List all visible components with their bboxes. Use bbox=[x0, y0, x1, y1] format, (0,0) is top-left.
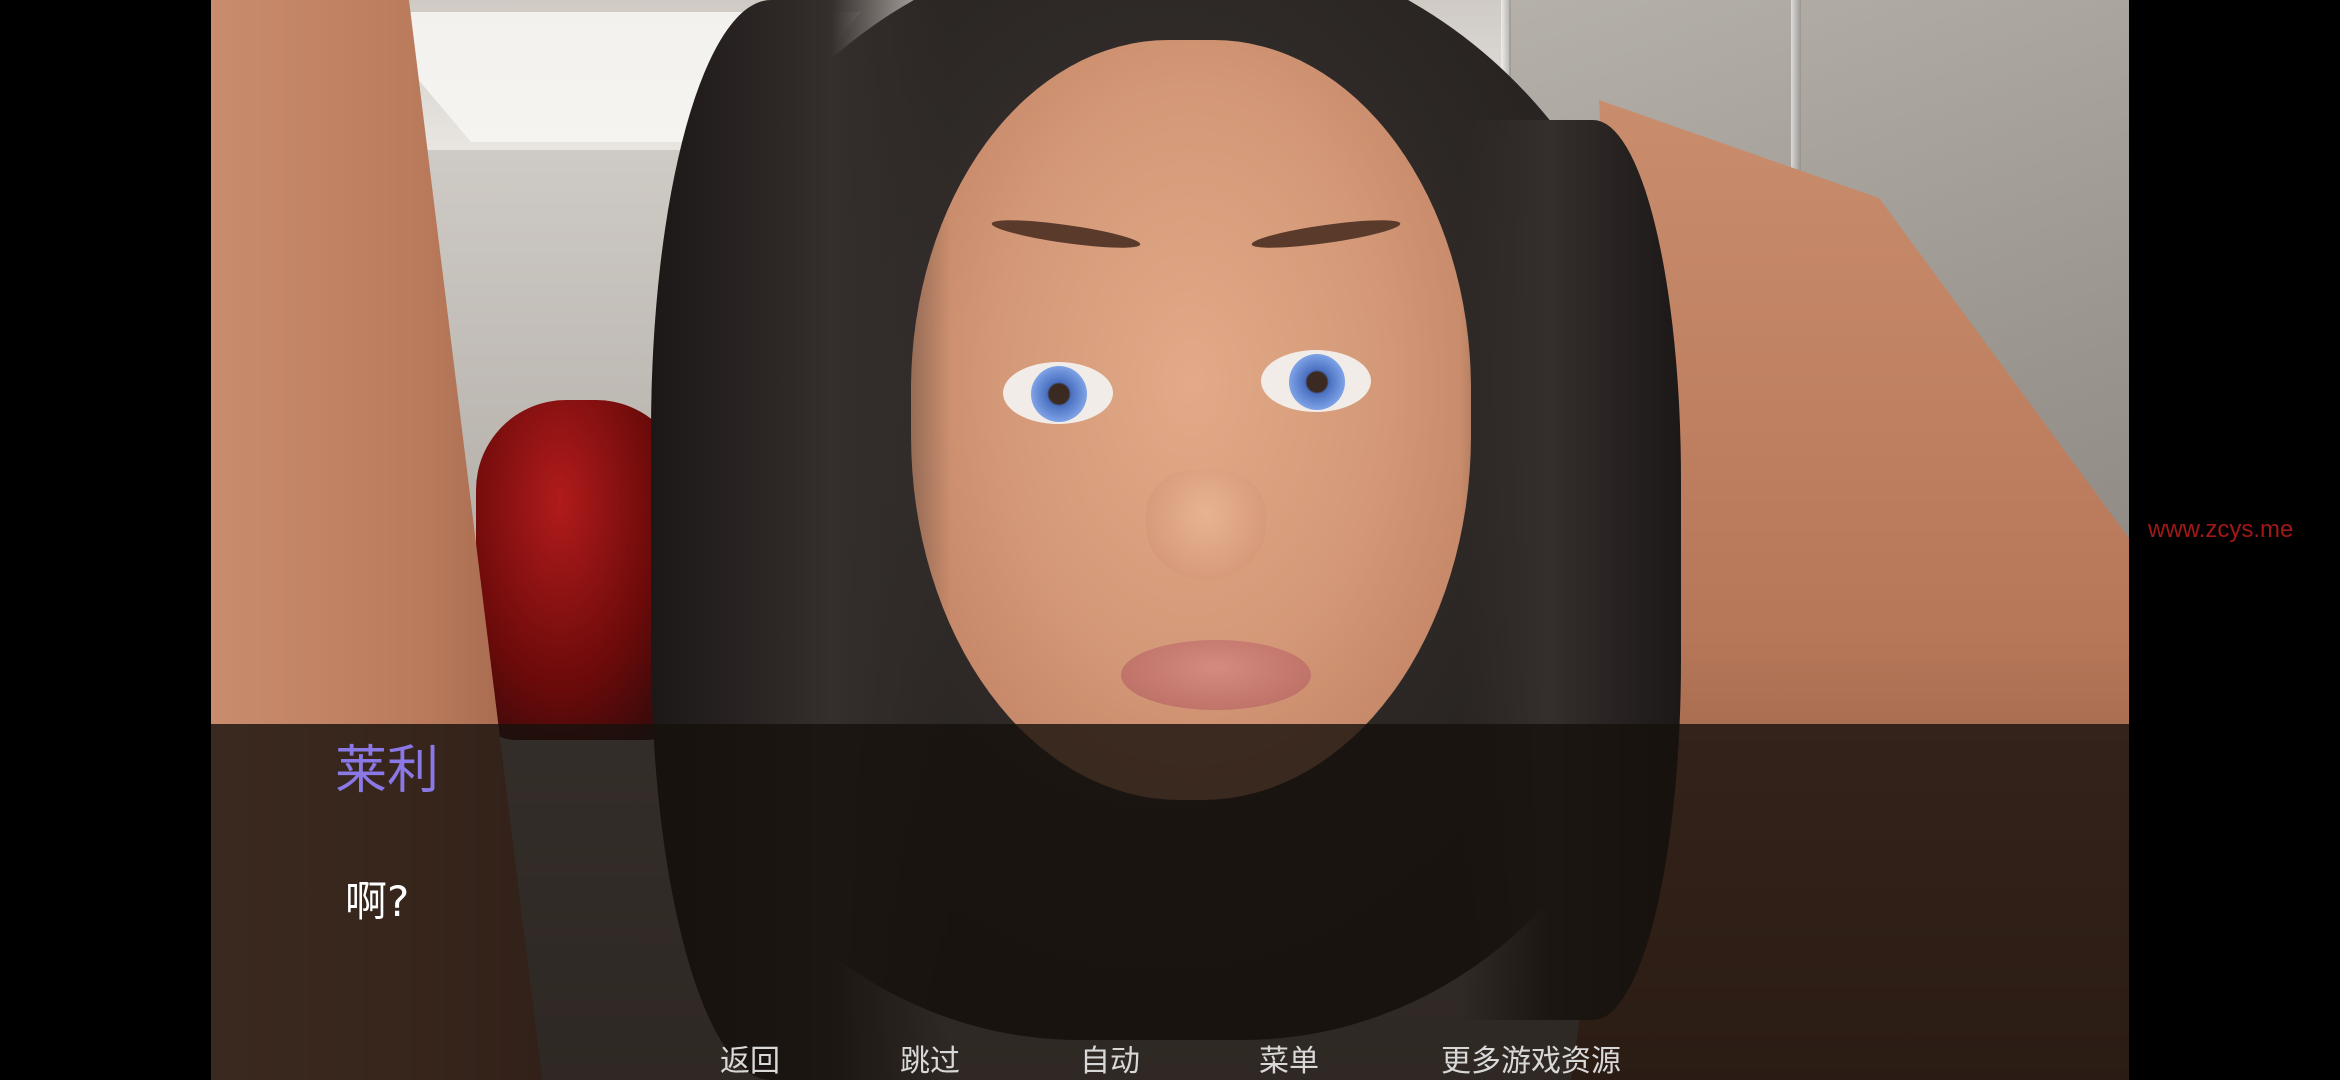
watermark: www.zcys.me bbox=[2148, 516, 2294, 543]
speaker-name: 莱利 bbox=[335, 741, 440, 801]
skip-button[interactable]: 跳过 bbox=[900, 1036, 960, 1080]
more-resources-button[interactable]: 更多游戏资源 bbox=[1441, 1036, 1621, 1080]
dialogue-box[interactable] bbox=[211, 724, 2129, 1080]
quick-menu: 返回 跳过 自动 菜单 更多游戏资源 bbox=[0, 1036, 2340, 1080]
game-screen[interactable]: 莱利 啊? 返回 跳过 自动 菜单 更多游戏资源 www.zcys.me bbox=[0, 0, 2340, 1080]
back-button[interactable]: 返回 bbox=[720, 1036, 780, 1080]
left-eye bbox=[1003, 362, 1113, 424]
menu-button[interactable]: 菜单 bbox=[1259, 1036, 1319, 1080]
auto-button[interactable]: 自动 bbox=[1080, 1036, 1140, 1080]
dialogue-text: 啊? bbox=[345, 877, 410, 926]
right-eye bbox=[1261, 350, 1371, 412]
character-nose bbox=[1146, 470, 1266, 580]
character-mouth bbox=[1121, 640, 1311, 710]
